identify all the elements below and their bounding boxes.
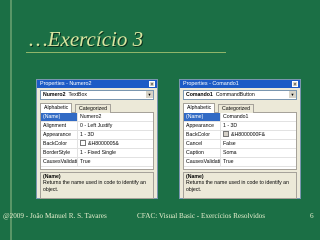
property-name: Alignment: [41, 122, 78, 130]
chevron-down-icon[interactable]: ▼: [146, 91, 153, 98]
property-value[interactable]: False: [221, 140, 296, 148]
property-value-text: &H8000005&: [88, 141, 119, 147]
property-row[interactable]: Alignment 0 - Left Justify: [41, 122, 153, 131]
tab-categorized[interactable]: Categorized: [75, 104, 111, 113]
property-row[interactable]: (Name) Numero2: [41, 113, 153, 122]
window-titlebar: Properties - Comando1 ×: [180, 80, 300, 88]
property-value[interactable]: 1 - 3D: [221, 122, 296, 130]
property-grid: (Name) Numero2 Alignment 0 - Left Justify …: [40, 112, 154, 170]
properties-window-numero2: Properties - Numero2 × Numero2 TextBox ▼ …: [36, 79, 158, 199]
property-row[interactable]: BorderStyle 1 - Fixed Single: [41, 149, 153, 158]
description-text: Returns the name used in code to identif…: [43, 180, 146, 193]
property-value[interactable]: 1 - Fixed Single: [78, 149, 153, 157]
property-name: BorderStyle: [41, 149, 78, 157]
property-name: Appearance: [184, 122, 221, 130]
property-value[interactable]: Numero2: [78, 113, 153, 121]
footer-course: CFAC: Visual Basic - Exercícios Resolvid…: [137, 212, 266, 220]
close-icon[interactable]: ×: [292, 81, 298, 88]
object-selector[interactable]: Numero2 TextBox ▼: [40, 90, 154, 100]
property-row[interactable]: Caption Soma: [184, 149, 296, 158]
property-value[interactable]: True: [78, 158, 153, 166]
property-value-text: &H8000000F&: [231, 132, 266, 138]
property-row[interactable]: CausesValidationTrue: [184, 158, 296, 167]
tab-alphabetic[interactable]: Alphabetic: [40, 103, 73, 113]
window-title: Properties - Numero2: [40, 81, 92, 87]
property-name: Cancel: [184, 140, 221, 148]
object-name: Numero2: [43, 92, 66, 98]
tab-strip: Alphabetic Categorized: [183, 103, 297, 113]
property-value[interactable]: 0 - Left Justify: [78, 122, 153, 130]
property-value[interactable]: 1 - 3D: [78, 131, 153, 139]
property-value[interactable]: True: [221, 158, 296, 166]
window-title: Properties - Comando1: [183, 81, 239, 87]
title-underline: [26, 52, 226, 53]
property-row[interactable]: BackColor &H8000005&: [41, 140, 153, 149]
property-row[interactable]: Appearance 1 - 3D: [184, 122, 296, 131]
page-number: 6: [310, 212, 314, 220]
description-text: Returns the name used in code to identif…: [186, 180, 289, 193]
property-value[interactable]: &H8000005&: [78, 140, 153, 148]
property-name: (Name): [41, 113, 78, 121]
tab-alphabetic[interactable]: Alphabetic: [183, 103, 216, 113]
property-name: Caption: [184, 149, 221, 157]
property-value[interactable]: Comando1: [221, 113, 296, 121]
properties-window-comando1: Properties - Comando1 × Comando1 CommandB…: [179, 79, 301, 199]
property-row[interactable]: Cancel False: [184, 140, 296, 149]
footer-author: @2009 - João Manuel R. S. Tavares: [3, 212, 107, 220]
slide-title: …Exercício 3: [29, 27, 144, 51]
object-type: CommandButton: [215, 92, 255, 98]
object-selector[interactable]: Comando1 CommandButton ▼: [183, 90, 297, 100]
property-row[interactable]: BackColor &H8000000F&: [184, 131, 296, 140]
property-name: CausesValidation: [186, 158, 221, 166]
property-value[interactable]: Soma: [221, 149, 296, 157]
window-titlebar: Properties - Numero2 ×: [37, 80, 157, 88]
property-name: (Name): [184, 113, 221, 121]
property-name: CausesValidation: [43, 158, 78, 166]
slide: …Exercício 3 Properties - Numero2 × Nume…: [0, 0, 320, 240]
tab-strip: Alphabetic Categorized: [40, 103, 154, 113]
property-row[interactable]: CausesValidationTrue: [41, 158, 153, 167]
tab-categorized[interactable]: Categorized: [218, 104, 254, 113]
object-type: TextBox: [68, 92, 87, 98]
property-value[interactable]: &H8000000F&: [221, 131, 296, 139]
description-pane: (Name) Returns the name used in code to …: [40, 172, 154, 199]
property-row[interactable]: (Name) Comando1: [184, 113, 296, 122]
color-swatch: [223, 131, 229, 137]
chevron-down-icon[interactable]: ▼: [289, 91, 296, 98]
property-row[interactable]: Appearance 1 - 3D: [41, 131, 153, 140]
decorative-bar: [10, 0, 12, 240]
object-name: Comando1: [186, 92, 213, 98]
property-name: BackColor: [184, 131, 221, 139]
description-pane: (Name) Returns the name used in code to …: [183, 172, 297, 199]
property-name: Appearance: [41, 131, 78, 139]
color-swatch: [80, 140, 86, 146]
close-icon[interactable]: ×: [149, 81, 155, 88]
property-grid: (Name) Comando1 Appearance 1 - 3D BackColo…: [183, 112, 297, 170]
property-name: BackColor: [41, 140, 78, 148]
